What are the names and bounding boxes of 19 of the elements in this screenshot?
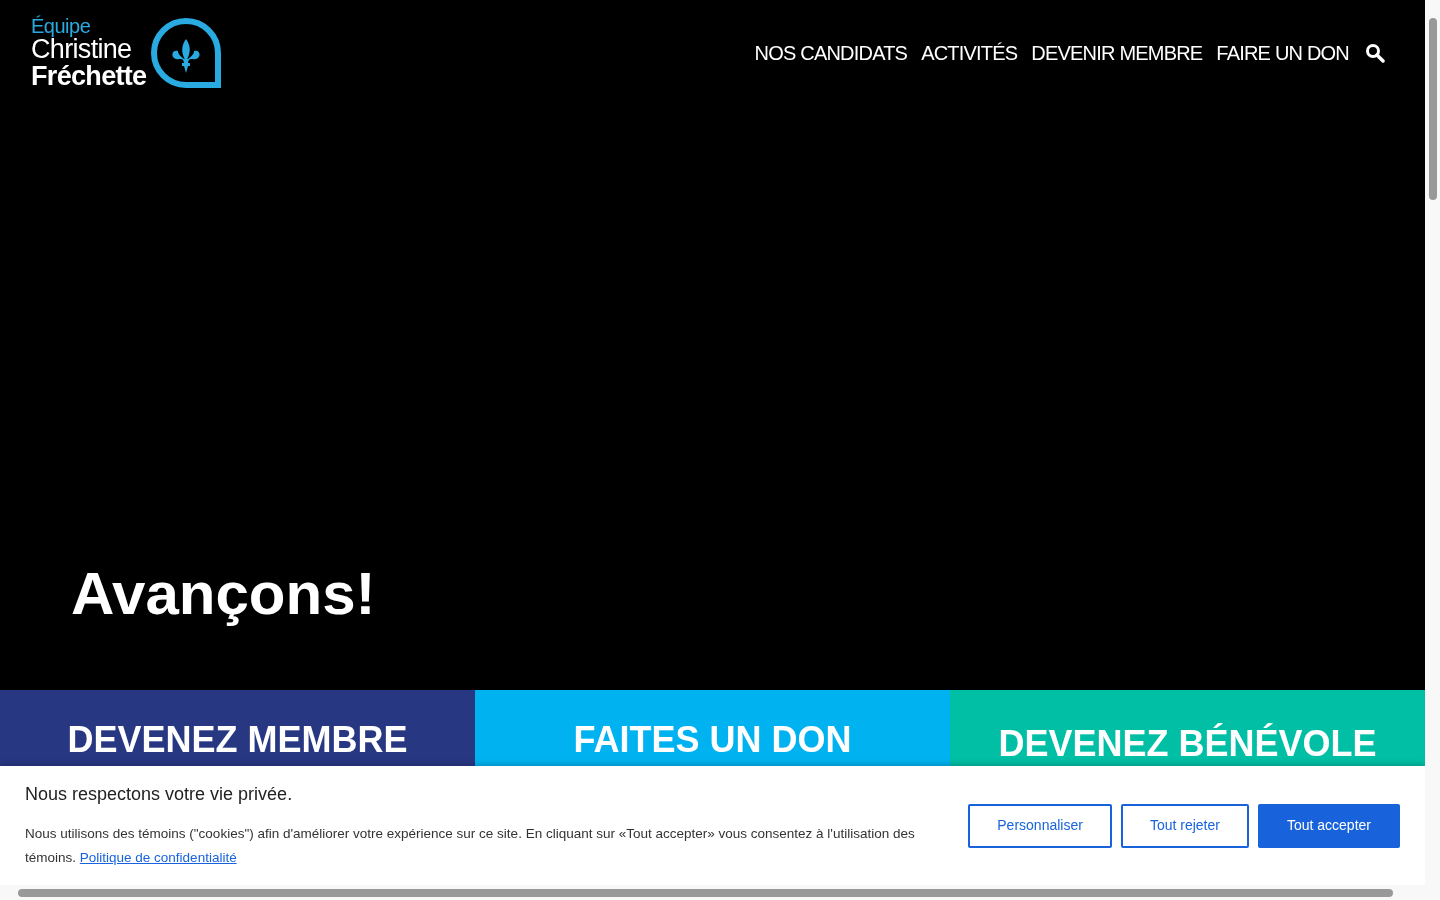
privacy-policy-link[interactable]: Politique de confidentialité	[79, 850, 237, 865]
nav-link[interactable]: NOS CANDIDATS	[754, 38, 908, 68]
cookie-title: Nous respectons votre vie privée.	[25, 783, 294, 806]
cookie-button[interactable]: Tout accepter	[1257, 803, 1400, 848]
cookie-button[interactable]: Tout rejeter	[1120, 803, 1249, 848]
hero-title: Avançons!	[71, 564, 376, 624]
call-to-action-tile[interactable]: DEVENEZ MEMBRE	[0, 690, 475, 766]
horizontal-scrollbar[interactable]	[0, 885, 1440, 900]
nav-link[interactable]: ACTIVITÉS	[921, 38, 1018, 68]
nav-link[interactable]: DEVENIR MEMBRE	[1031, 38, 1203, 68]
cookie-text: Nous utilisons des témoins ("cookies") afin d'améliorer votre expérience sur ce site. En cliquant sur «Tout accepter» vous consentez à l'utilisation des témoins. Politique de confidentialité	[25, 825, 916, 867]
fleur-de-lis-icon	[150, 17, 223, 89]
nav-link[interactable]: FAIRE UN DON	[1216, 38, 1349, 68]
search-icon[interactable]	[1365, 43, 1385, 63]
logo-text: Christine	[31, 36, 133, 63]
vertical-scrollbar[interactable]	[1425, 0, 1440, 885]
cookie-button[interactable]: Personnaliser	[968, 803, 1112, 848]
logo-text: Fréchette	[31, 63, 147, 90]
site-logo[interactable]: Équipe Christine Fréchette	[31, 16, 223, 90]
